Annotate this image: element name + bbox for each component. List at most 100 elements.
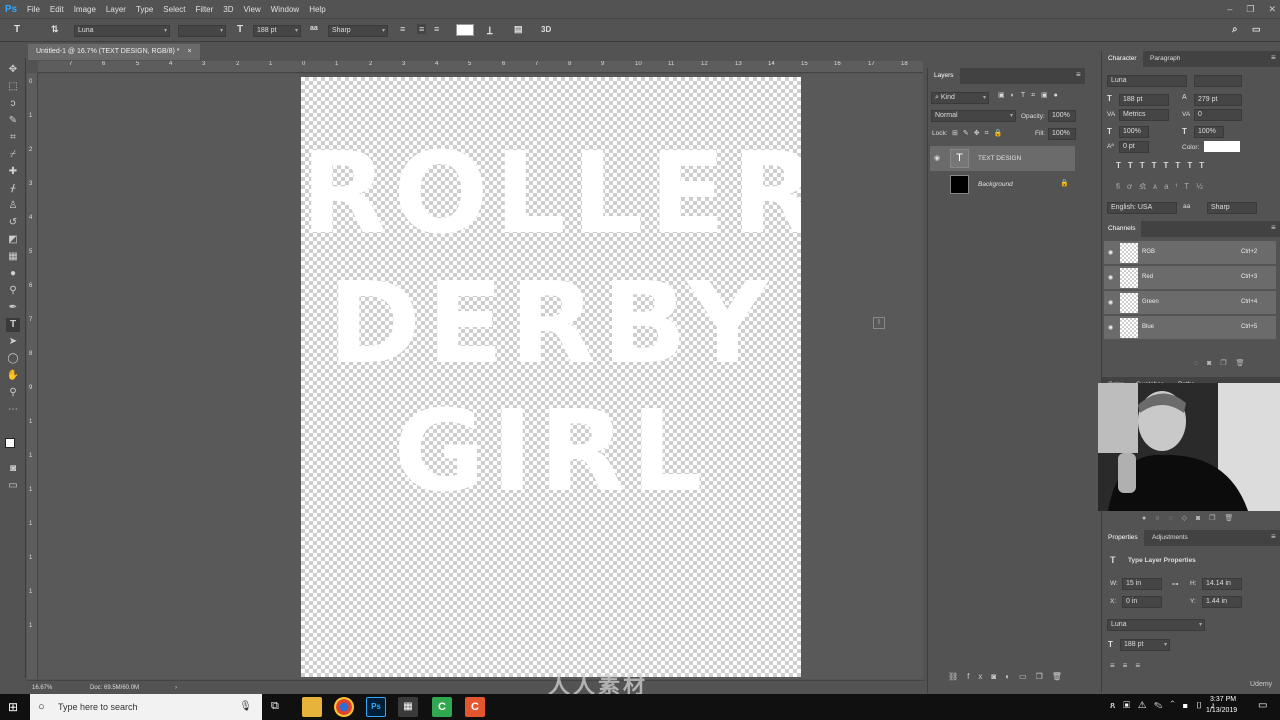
char-font-select[interactable]: Luna <box>1107 75 1187 87</box>
visibility-eye-icon[interactable]: ◉ <box>1108 324 1113 331</box>
char-tracking-field[interactable]: 0 <box>1194 109 1242 121</box>
y-field[interactable]: 1.44 in <box>1202 596 1242 608</box>
align-center-icon[interactable]: ≡ <box>417 24 427 34</box>
layer-filter-select[interactable]: ⌕ Kind ▾ <box>931 92 989 104</box>
calculator-icon[interactable]: ▦ <box>398 697 418 717</box>
tab-properties[interactable]: Properties <box>1102 530 1144 546</box>
chrome-icon[interactable] <box>334 697 354 717</box>
properties-size-field[interactable]: 188 pt ▾ <box>1120 639 1170 651</box>
menu-type[interactable]: Type <box>131 5 158 14</box>
task-view-icon[interactable]: ⧉ <box>271 700 279 713</box>
opentype-buttons[interactable]: ﬁơﬆᴀaᵗT½ <box>1116 182 1210 191</box>
menu-view[interactable]: View <box>239 5 266 14</box>
char-hscale-field[interactable]: 100% <box>1194 126 1224 138</box>
char-leading-field[interactable]: 279 pt <box>1194 94 1242 106</box>
menu-window[interactable]: Window <box>266 5 304 14</box>
recorder-icon[interactable]: C <box>465 697 485 717</box>
path-actions[interactable]: ●○◌◇◙❐🗑 <box>1142 514 1242 522</box>
antialias-select[interactable]: Sharp ▾ <box>328 25 388 37</box>
taskbar-date[interactable]: 1/13/2019 <box>1206 707 1237 714</box>
visibility-eye-icon[interactable]: ◉ <box>1108 249 1113 256</box>
font-size-select[interactable]: 188 pt ▾ <box>253 25 301 37</box>
menu-3d[interactable]: 3D <box>218 5 238 14</box>
fill-field[interactable]: 100% <box>1048 128 1076 140</box>
channel-row-green[interactable]: ◉ Green Ctrl+4 <box>1104 291 1276 315</box>
marquee-tool-icon[interactable]: ⬚ <box>6 80 20 94</box>
search-icon[interactable]: ⌕ <box>1232 24 1238 35</box>
language-select[interactable]: English: USA <box>1107 202 1177 214</box>
layer-actions[interactable]: ⛓fx◙◐▭❐🗑 <box>948 672 1071 681</box>
warp-text-icon[interactable]: Ʇ <box>487 23 493 37</box>
windows-start-icon[interactable]: ⊞ <box>8 700 18 714</box>
layer-row-background[interactable]: ▢ Background 🔒 <box>930 172 1075 197</box>
minimize-icon[interactable]: – <box>1227 4 1232 14</box>
move-tool-icon[interactable]: ✥ <box>6 63 20 77</box>
visibility-eye-icon[interactable]: ◉ <box>1108 274 1113 281</box>
tab-character[interactable]: Character <box>1102 51 1143 67</box>
width-field[interactable]: 15 in <box>1122 578 1162 590</box>
visibility-eye-icon[interactable]: ◉ <box>1108 299 1113 306</box>
align-left-icon[interactable]: ≡ <box>400 24 405 34</box>
screen-mode-icon[interactable]: ▭ <box>6 479 20 493</box>
close-tab-icon[interactable]: × <box>187 48 191 55</box>
channel-row-blue[interactable]: ◉ Blue Ctrl+5 <box>1104 316 1276 340</box>
lasso-tool-icon[interactable]: ↄ <box>6 97 20 111</box>
type-tool-icon[interactable]: T <box>6 318 20 332</box>
channel-row-rgb[interactable]: ◉ RGB Ctrl+2 <box>1104 241 1276 265</box>
text-style-buttons[interactable]: TTTTTTTT <box>1116 161 1211 170</box>
close-icon[interactable]: ✕ <box>1268 4 1276 15</box>
canvas-text-line-3[interactable]: GIRL <box>301 387 801 517</box>
char-color-swatch[interactable] <box>1204 141 1240 152</box>
lock-icons[interactable]: ⊞✎✥⌗🔒 <box>952 129 1007 138</box>
pen-tool-icon[interactable]: ✒ <box>6 301 20 315</box>
menu-file[interactable]: File <box>22 5 45 14</box>
tab-paragraph[interactable]: Paragraph <box>1144 51 1186 67</box>
path-selection-tool-icon[interactable]: ➤ <box>6 335 20 349</box>
channel-row-red[interactable]: ◉ Red Ctrl+3 <box>1104 266 1276 290</box>
workspace-icon[interactable]: ▭ <box>1252 24 1261 35</box>
menu-image[interactable]: Image <box>69 5 101 14</box>
visibility-eye-icon[interactable]: ◉ <box>934 154 940 162</box>
font-family-select[interactable]: Luna ▾ <box>74 25 170 37</box>
layer-row-text-design[interactable]: ◉ T TEXT DESIGN <box>930 146 1075 171</box>
panel-menu-icon[interactable]: ≡ <box>1076 70 1081 79</box>
type-tool-preset-icon[interactable]: T <box>14 24 20 35</box>
properties-font-select[interactable]: Luna ▾ <box>1107 619 1205 631</box>
menu-filter[interactable]: Filter <box>191 5 219 14</box>
shape-tool-icon[interactable]: ◯ <box>6 352 20 366</box>
crop-tool-icon[interactable]: ⌗ <box>6 131 20 145</box>
panel-menu-icon[interactable]: ≡ <box>1271 532 1276 541</box>
x-field[interactable]: 0 in <box>1122 596 1162 608</box>
clone-stamp-tool-icon[interactable]: ♙ <box>6 199 20 213</box>
toggle-panels-icon[interactable]: ▤ <box>514 24 523 35</box>
char-style-select[interactable] <box>1194 75 1242 87</box>
zoom-tool-icon[interactable]: ⚲ <box>6 386 20 400</box>
menu-edit[interactable]: Edit <box>45 5 69 14</box>
opacity-field[interactable]: 100% <box>1048 110 1076 122</box>
foreground-color-swatch[interactable] <box>5 438 15 448</box>
healing-brush-tool-icon[interactable]: ✚ <box>6 165 20 179</box>
photoshop-taskbar-icon[interactable]: Ps <box>366 697 386 717</box>
file-explorer-icon[interactable] <box>302 697 322 717</box>
document-tab[interactable]: Untitled-1 @ 16.7% (TEXT DESIGN, RGB/8) … <box>28 44 200 60</box>
char-baseline-field[interactable]: 0 pt <box>1119 141 1149 153</box>
mode-3d-button[interactable]: 3D <box>541 25 551 34</box>
blur-tool-icon[interactable]: ● <box>6 267 20 281</box>
tab-layers[interactable]: Layers <box>928 68 960 84</box>
quick-select-tool-icon[interactable]: ✎ <box>6 114 20 128</box>
filter-icons[interactable]: ▣◐T⌗▣● <box>998 91 1064 100</box>
tab-adjustments[interactable]: Adjustments <box>1146 530 1194 546</box>
char-kerning-field[interactable]: Metrics <box>1119 109 1169 121</box>
history-brush-tool-icon[interactable]: ↺ <box>6 216 20 230</box>
maximize-icon[interactable]: ❐ <box>1246 4 1254 15</box>
char-vscale-field[interactable]: 100% <box>1119 126 1149 138</box>
canvas-text-line-1[interactable]: ROLLER <box>301 129 801 259</box>
eyedropper-tool-icon[interactable]: ⌿ <box>6 148 20 162</box>
align-right-icon[interactable]: ≡ <box>434 24 439 34</box>
blend-mode-select[interactable]: Normal ▾ <box>931 110 1016 122</box>
zoom-level[interactable]: 16.67% <box>32 681 52 695</box>
text-color-swatch[interactable] <box>456 24 474 36</box>
camtasia-icon[interactable]: C <box>432 697 452 717</box>
quick-mask-icon[interactable]: ◙ <box>6 462 20 476</box>
channel-actions[interactable]: ◌◙❐🗑 <box>1194 359 1254 367</box>
